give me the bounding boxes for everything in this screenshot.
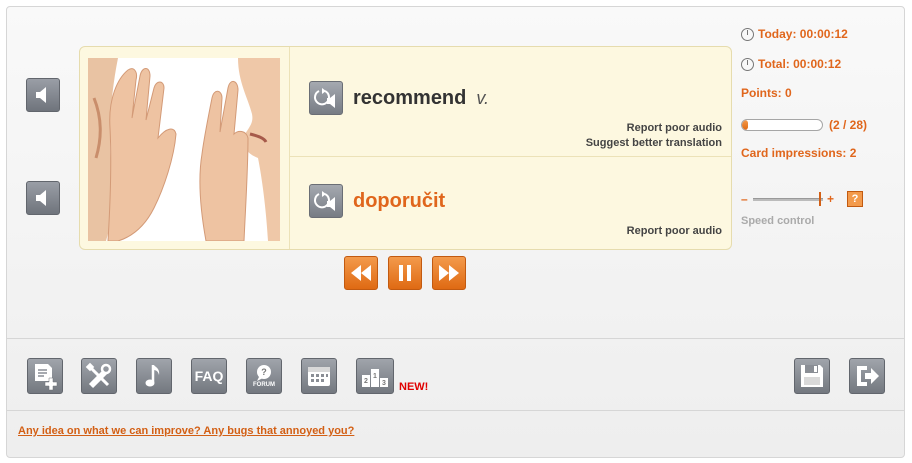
replay-translation-button[interactable] — [309, 184, 343, 218]
report-audio-link-term[interactable]: Report poor audio — [627, 122, 722, 134]
add-card-icon — [35, 364, 58, 391]
flashcard: recommend v. Report poor audio Suggest b… — [79, 46, 732, 250]
calendar-icon — [308, 367, 330, 386]
svg-text:1: 1 — [373, 373, 377, 380]
fast-forward-button[interactable] — [432, 256, 466, 290]
speed-help-button[interactable]: ? — [847, 191, 863, 207]
total-time: Total: 00:00:12 — [741, 57, 841, 71]
flashcard-app: recommend v. Report poor audio Suggest b… — [6, 6, 905, 458]
rewind-button[interactable] — [344, 256, 378, 290]
music-note-icon — [145, 365, 160, 387]
music-button[interactable] — [136, 358, 172, 394]
forum-icon: ? — [257, 365, 271, 381]
section-divider — [7, 338, 904, 339]
speed-slider-thumb[interactable] — [819, 192, 821, 206]
translation-row: doporučit — [309, 184, 445, 218]
svg-text:3: 3 — [382, 380, 386, 387]
pause-icon — [399, 265, 411, 281]
new-badge: NEW! — [399, 381, 429, 393]
faq-icon: FAQ — [194, 368, 224, 384]
forum-label: FORUM — [253, 382, 275, 388]
play-translation-audio-button[interactable] — [26, 181, 60, 215]
save-icon — [801, 365, 823, 387]
pause-button[interactable] — [388, 256, 422, 290]
forum-button[interactable]: ? FORUM — [246, 358, 282, 394]
svg-text:?: ? — [261, 367, 267, 377]
suggest-translation-link[interactable]: Suggest better translation — [586, 137, 722, 149]
feedback-link[interactable]: Any idea on what we can improve? Any bug… — [18, 425, 354, 437]
leaderboard-button[interactable]: 1 2 3 — [356, 358, 394, 394]
today-time: Today: 00:00:12 — [741, 27, 848, 41]
footer-divider — [7, 410, 904, 411]
term-row: recommend v. — [309, 81, 489, 115]
clock-icon — [741, 27, 754, 41]
settings-button[interactable] — [81, 358, 117, 394]
svg-text:2: 2 — [364, 378, 368, 385]
speed-control-label: Speed control — [741, 215, 815, 227]
clock-icon — [741, 57, 754, 71]
replay-term-button[interactable] — [309, 81, 343, 115]
rewind-icon — [351, 265, 371, 281]
save-button[interactable] — [794, 358, 830, 394]
progress-bar — [741, 119, 823, 131]
card-divider-horizontal — [290, 156, 731, 157]
exit-button[interactable] — [849, 358, 885, 394]
speaker-icon — [36, 87, 46, 103]
progress: (2 / 28) — [741, 118, 867, 132]
speed-increase[interactable]: + — [827, 192, 835, 206]
total-time-text: Total: 00:00:12 — [758, 57, 842, 71]
exit-icon — [857, 366, 879, 386]
settings-tools-icon — [85, 362, 112, 389]
speed-control: – + ? — [741, 191, 863, 207]
points: Points: 0 — [741, 86, 792, 100]
faq-button[interactable]: FAQ — [191, 358, 227, 394]
calendar-button[interactable] — [301, 358, 337, 394]
play-term-audio-button[interactable] — [26, 78, 60, 112]
today-time-text: Today: 00:00:12 — [758, 27, 848, 41]
leaderboard-icon: 1 2 3 — [362, 369, 388, 387]
card-impressions: Card impressions: 2 — [741, 146, 857, 160]
part-of-speech: v. — [476, 87, 490, 108]
speed-decrease[interactable]: – — [741, 192, 749, 206]
card-illustration — [88, 58, 280, 241]
speed-slider-track — [753, 198, 823, 201]
translation-text: doporučit — [353, 189, 446, 212]
card-divider-vertical — [289, 47, 290, 249]
progress-fill — [742, 120, 748, 130]
whisper-image — [88, 58, 280, 241]
replay-audio-icon — [314, 191, 335, 211]
fast-forward-icon — [439, 265, 459, 281]
speaker-icon — [36, 190, 46, 206]
term-text: recommend — [353, 86, 467, 109]
progress-count: (2 / 28) — [829, 118, 868, 132]
report-audio-link-translation[interactable]: Report poor audio — [627, 225, 722, 237]
add-card-button[interactable] — [27, 358, 63, 394]
speed-slider[interactable] — [753, 192, 823, 206]
replay-audio-icon — [314, 88, 335, 108]
